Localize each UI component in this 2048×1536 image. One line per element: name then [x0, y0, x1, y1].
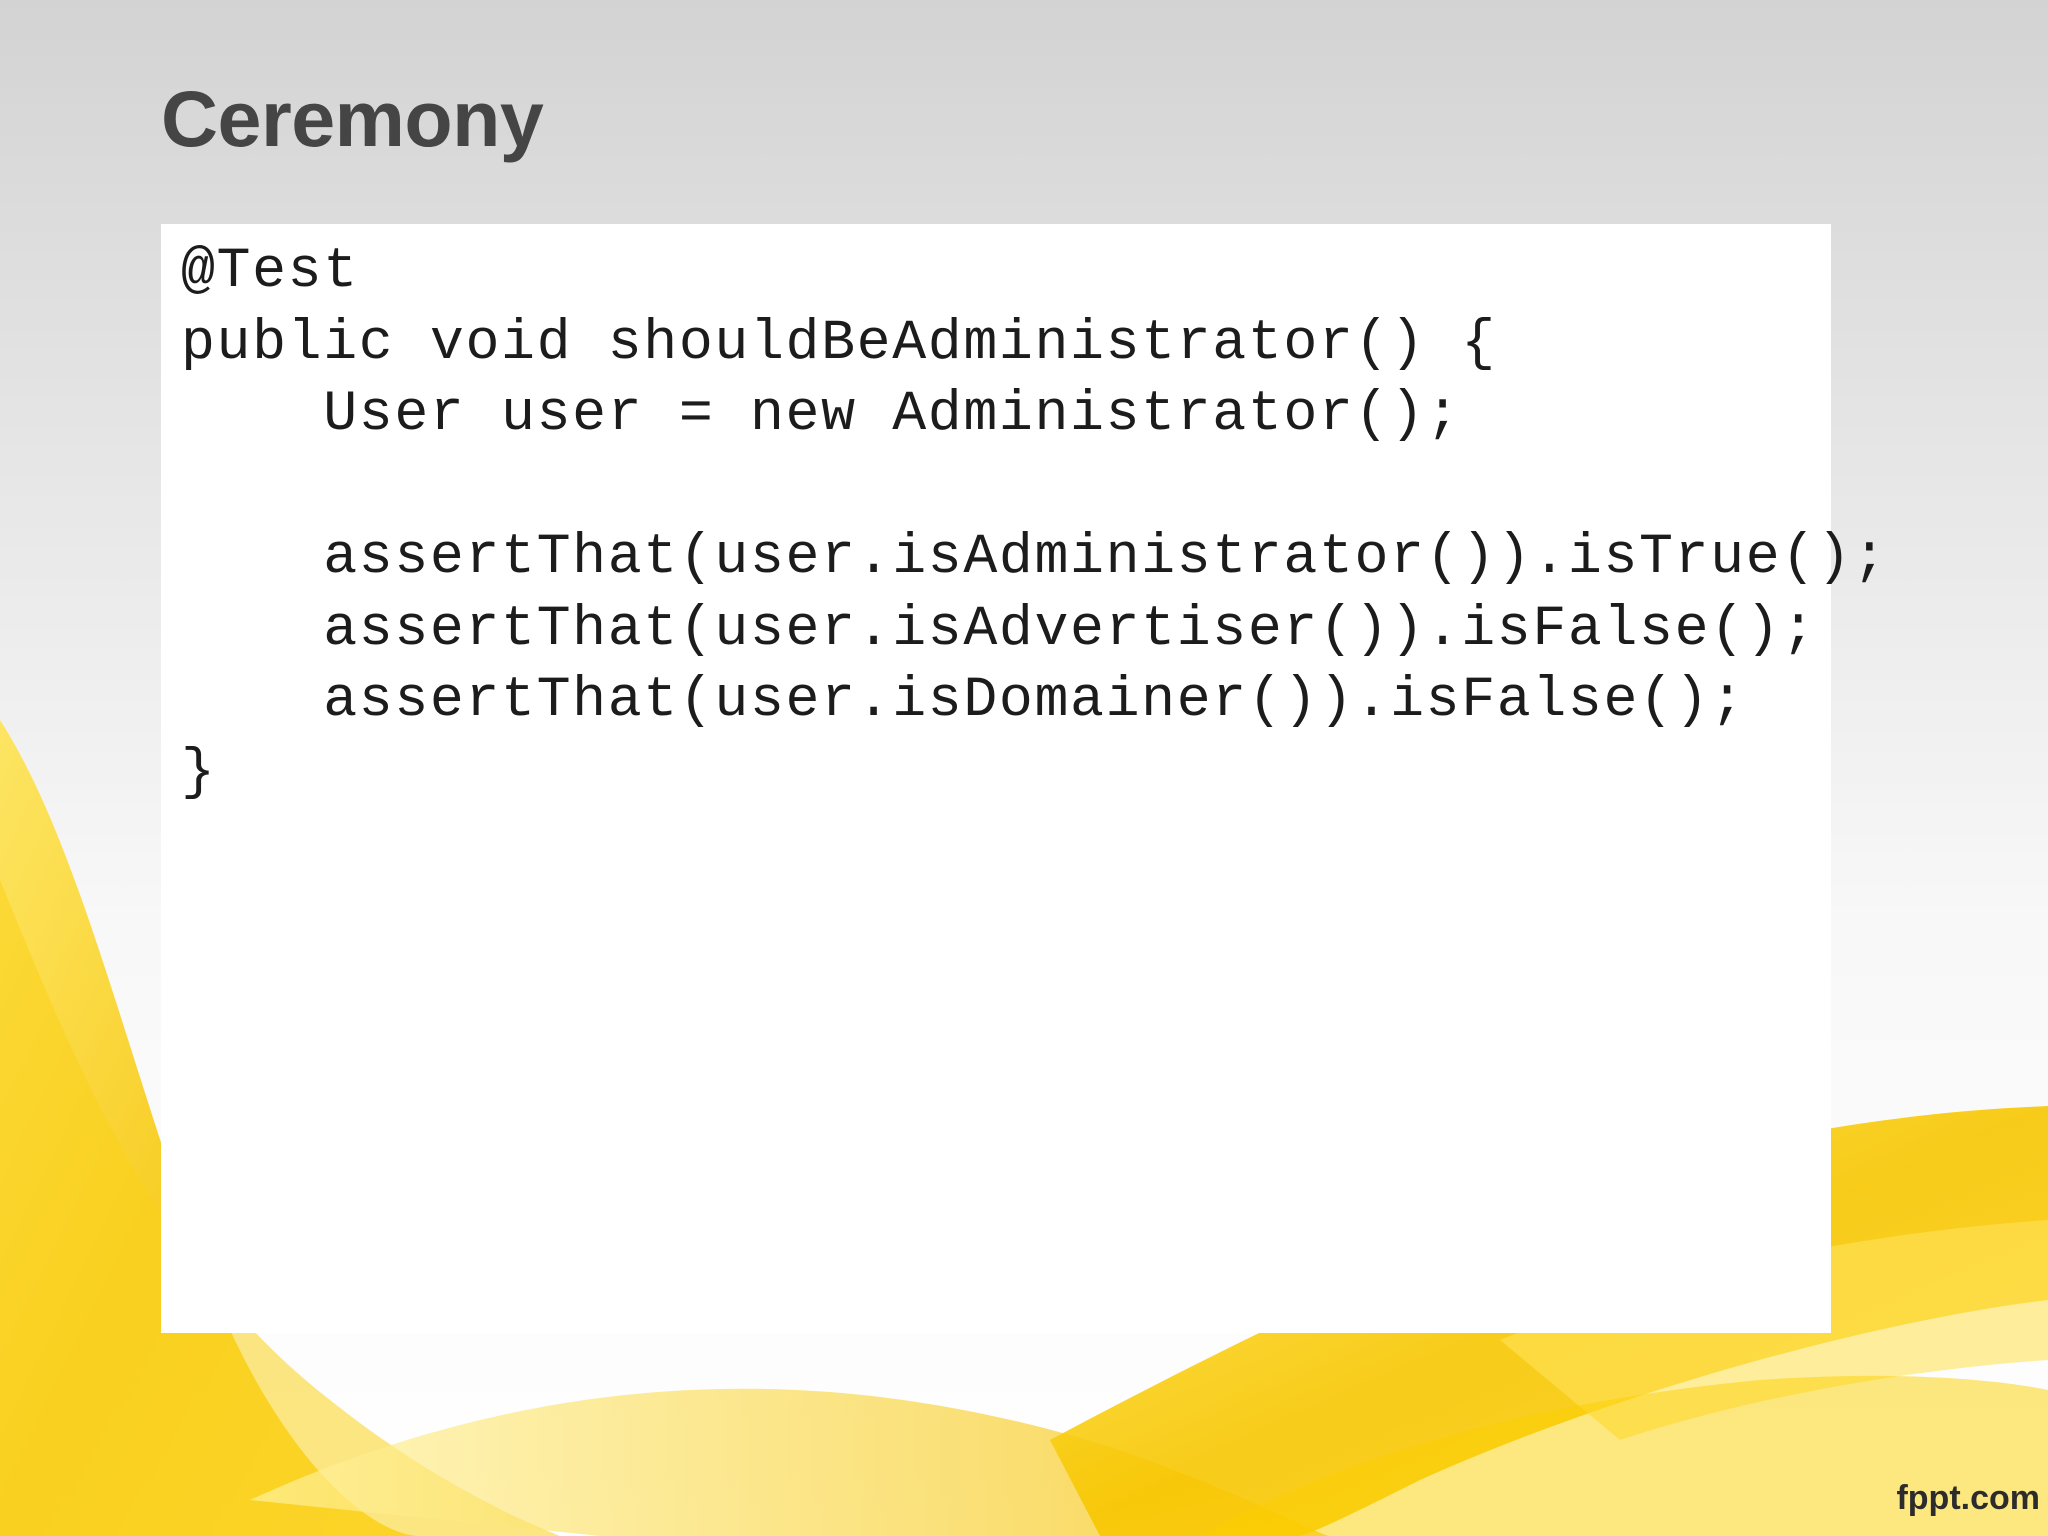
code-line: assertThat(user.isDomainer()).isFalse();: [181, 668, 1746, 732]
code-block: @Test public void shouldBeAdministrator()…: [181, 236, 1888, 808]
code-line: assertThat(user.isAdvertiser()).isFalse(…: [181, 596, 1817, 661]
code-line: User user = new Administrator();: [181, 382, 1462, 446]
slide-title: Ceremony: [161, 74, 544, 163]
code-line: assertThat(user.isAdministrator()).isTru…: [181, 525, 1888, 589]
brand-watermark: fppt.com: [1896, 1479, 2040, 1517]
code-line: @Test: [181, 239, 359, 303]
code-line: public void shouldBeAdministrator() {: [181, 310, 1497, 375]
code-line: }: [181, 739, 217, 804]
